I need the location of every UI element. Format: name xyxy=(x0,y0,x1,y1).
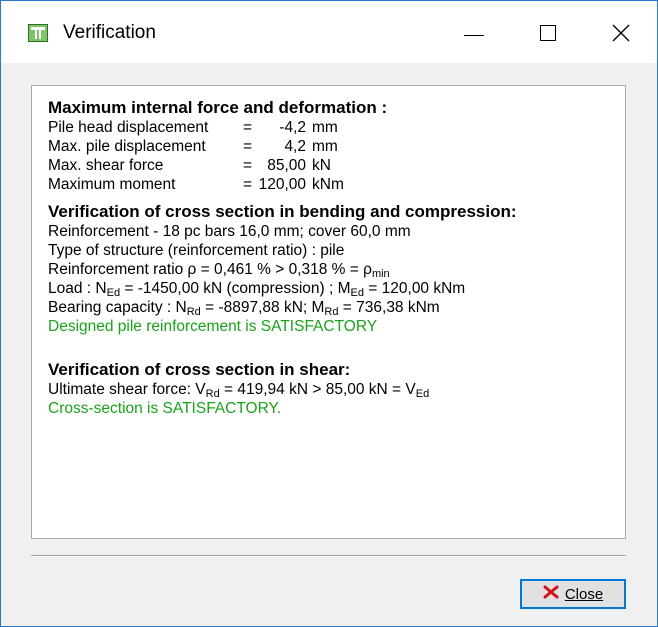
row-unit: mm xyxy=(312,138,338,155)
close-button-label: Close xyxy=(564,585,604,603)
row-value: -4,2 xyxy=(279,119,306,136)
section-heading-internal-force: Maximum internal force and deformation : xyxy=(48,98,388,117)
pile-app-icon xyxy=(28,24,48,42)
title-bar[interactable]: Verification xyxy=(1,1,657,63)
row-value: 120,00 xyxy=(258,176,306,193)
section-heading-shear: Verification of cross section in shear: xyxy=(48,360,351,379)
window-close-button[interactable] xyxy=(598,11,644,55)
results-panel: Maximum internal force and deformation :… xyxy=(31,85,626,539)
minimize-button[interactable] xyxy=(451,11,497,55)
window-title: Verification xyxy=(63,22,156,43)
reinforcement-line: Reinforcement - 18 pc bars 16,0 mm; cove… xyxy=(48,223,411,240)
row-label: Max. shear force xyxy=(48,157,164,174)
row-label: Pile head displacement xyxy=(48,119,209,136)
result-row: Max. pile displacement = 4,2 mm xyxy=(48,137,618,156)
result-row: Pile head displacement = -4,2 mm xyxy=(48,118,618,137)
row-unit: mm xyxy=(312,119,338,136)
shear-result-status: Cross-section is SATISFACTORY. xyxy=(48,400,282,417)
row-eq: = xyxy=(242,119,252,136)
row-eq: = xyxy=(242,138,252,155)
close-icon xyxy=(612,24,630,42)
verification-window: Verification Maximum internal force and … xyxy=(0,0,658,627)
row-value: 4,2 xyxy=(284,138,306,155)
row-eq: = xyxy=(242,157,252,174)
result-row: Max. shear force = 85,00 kN xyxy=(48,156,618,175)
row-eq: = xyxy=(242,176,252,193)
close-button[interactable]: Close xyxy=(520,579,626,609)
row-label: Maximum moment xyxy=(48,176,176,193)
row-unit: kN xyxy=(312,157,331,174)
row-label: Max. pile displacement xyxy=(48,138,206,155)
separator-line xyxy=(31,555,626,557)
bending-result-status: Designed pile reinforcement is SATISFACT… xyxy=(48,318,378,335)
maximize-button[interactable] xyxy=(525,11,571,55)
structure-type-line: Type of structure (reinforcement ratio) … xyxy=(48,242,345,259)
close-x-icon xyxy=(543,585,559,603)
row-value: 85,00 xyxy=(267,157,306,174)
results-text: Maximum internal force and deformation :… xyxy=(48,98,618,418)
maximize-icon xyxy=(540,25,556,41)
shear-force-line: Ultimate shear force: VRd = 419,94 kN > … xyxy=(48,381,430,400)
result-row: Maximum moment = 120,00 kNm xyxy=(48,175,618,194)
bearing-capacity-line: Bearing capacity : NRd = -8897,88 kN; MR… xyxy=(48,299,440,318)
load-line: Load : NEd = -1450,00 kN (compression) ;… xyxy=(48,280,466,299)
minimize-icon xyxy=(464,34,484,36)
row-unit: kNm xyxy=(312,176,344,193)
section-heading-bending: Verification of cross section in bending… xyxy=(48,202,517,221)
reinforcement-ratio-line: Reinforcement ratio ρ = 0,461 % > 0,318 … xyxy=(48,261,390,280)
